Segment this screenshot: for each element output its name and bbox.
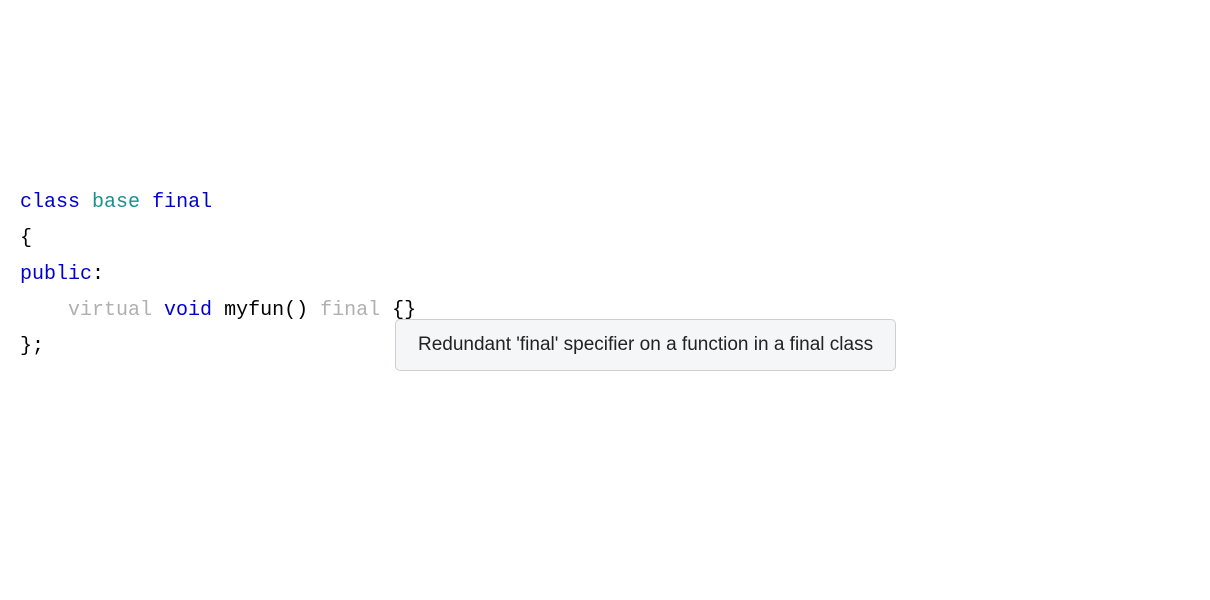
brace-close: }; (20, 335, 44, 358)
parens: () (284, 299, 308, 322)
tooltip-message: Redundant 'final' specifier on a functio… (418, 334, 873, 355)
keyword-final-fn: final (320, 299, 380, 322)
code-line-5[interactable]: }; (20, 335, 44, 358)
function-name: myfun (224, 299, 284, 322)
code-line-4[interactable]: virtual void myfun() final {} (20, 299, 416, 322)
indent (20, 299, 68, 322)
code-line-3[interactable]: public: (20, 263, 104, 286)
access-specifier: public (20, 263, 92, 286)
keyword-void: void (164, 299, 212, 322)
keyword-virtual: virtual (68, 299, 152, 322)
keyword-final-class: final (152, 191, 212, 214)
brace-open: { (20, 227, 32, 250)
inspection-tooltip: Redundant 'final' specifier on a functio… (395, 319, 896, 371)
class-name: base (92, 191, 140, 214)
code-line-1[interactable]: class base final (20, 191, 212, 214)
code-line-2[interactable]: { (20, 227, 32, 250)
code-editor[interactable]: class base final { public: virtual void … (20, 185, 416, 365)
colon: : (92, 263, 104, 286)
keyword-class: class (20, 191, 80, 214)
